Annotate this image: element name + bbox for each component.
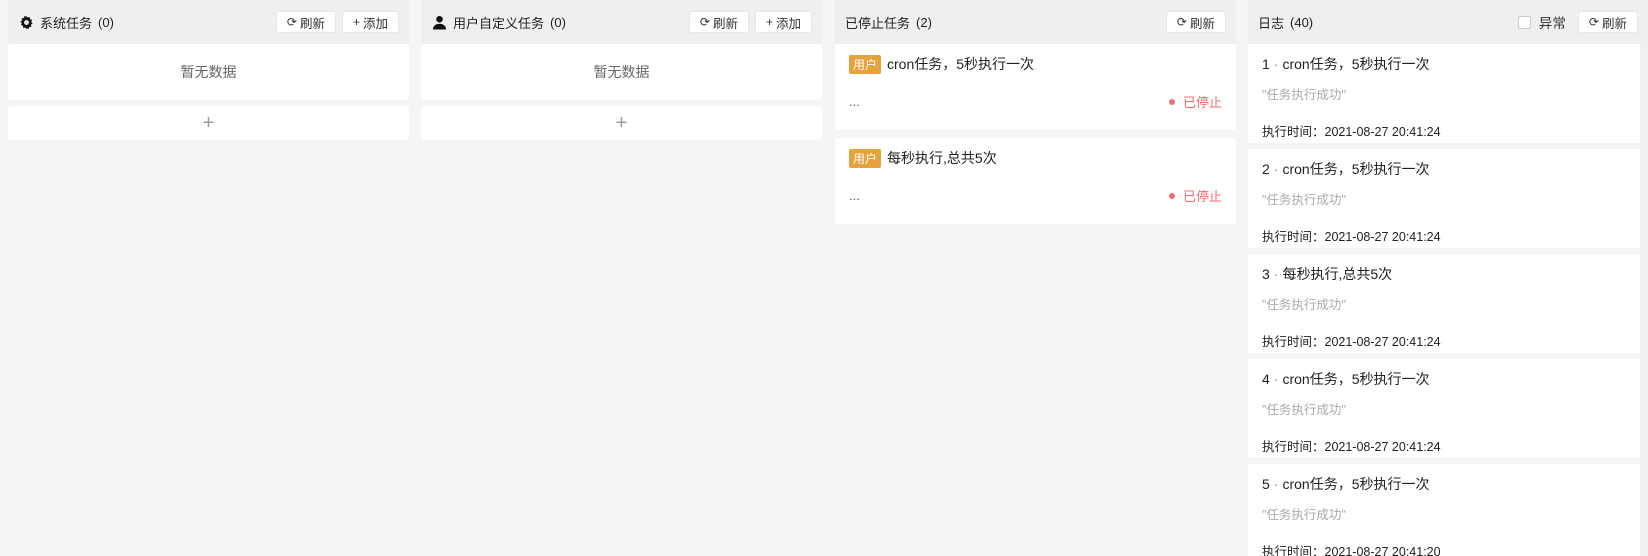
stopped-tasks-column: 已停止任务 (2) ⟳ 刷新 用户 cron任务，5秒执行一次 ... 已停止 — [835, 0, 1236, 556]
log-time: 执行时间：2021-08-27 20:41:24 — [1262, 335, 1441, 349]
column-title: 系统任务 — [40, 15, 93, 31]
log-message: "任务执行成功" — [1262, 88, 1346, 102]
user-tag: 用户 — [849, 54, 882, 74]
log-task-name: 每秒执行,总共5次 — [1282, 266, 1393, 282]
status-badge: 已停止 — [1168, 92, 1222, 111]
abnormal-checkbox[interactable] — [1517, 15, 1531, 29]
refresh-label: 刷新 — [1601, 16, 1627, 31]
log-entry[interactable]: 1 · cron任务，5秒执行一次 "任务执行成功" 执行时间：2021-08-27… — [1248, 44, 1648, 143]
status-badge: 已停止 — [1168, 186, 1222, 205]
empty-text: 暂无数据 — [593, 64, 650, 80]
refresh-button[interactable]: ⟳ 刷新 — [1577, 11, 1638, 33]
task-card[interactable]: 用户 cron任务，5秒执行一次 ... 已停止 — [835, 44, 1236, 130]
add-task-row[interactable]: + — [421, 106, 822, 140]
status-dot-icon — [1168, 192, 1175, 199]
column-count: (0) — [550, 14, 566, 30]
log-entry[interactable]: 3 · 每秒执行,总共5次 "任务执行成功" 执行时间：2021-08-27 20:… — [1248, 254, 1648, 353]
add-button[interactable]: + 添加 — [341, 11, 399, 33]
log-time: 执行时间：2021-08-27 20:41:24 — [1262, 230, 1441, 244]
log-index: 2 — [1262, 161, 1270, 177]
plus-icon: + — [202, 111, 215, 134]
log-task-name: cron任务，5秒执行一次 — [1282, 371, 1430, 387]
refresh-label: 刷新 — [712, 16, 738, 31]
abnormal-label: 异常 — [1538, 16, 1566, 31]
refresh-label: 刷新 — [299, 16, 325, 31]
refresh-label: 刷新 — [1189, 16, 1215, 31]
log-entry[interactable]: 4 · cron任务，5秒执行一次 "任务执行成功" 执行时间：2021-08-27… — [1248, 359, 1648, 458]
abnormal-filter[interactable]: 异常 — [1517, 12, 1566, 32]
log-message: "任务执行成功" — [1262, 403, 1346, 417]
log-message: "任务执行成功" — [1262, 298, 1346, 312]
status-dot-icon — [1168, 98, 1175, 105]
refresh-button[interactable]: ⟳ 刷新 — [688, 11, 749, 33]
refresh-button[interactable]: ⟳ 刷新 — [275, 11, 336, 33]
more-menu[interactable]: ... — [849, 94, 860, 109]
add-label: 添加 — [775, 16, 801, 31]
status-text: 已停止 — [1182, 95, 1222, 110]
log-index: 3 — [1262, 266, 1270, 282]
empty-text: 暂无数据 — [180, 64, 237, 80]
log-message: "任务执行成功" — [1262, 193, 1346, 207]
log-time: 执行时间：2021-08-27 20:41:24 — [1262, 440, 1441, 454]
log-time: 执行时间：2021-08-27 20:41:20 — [1262, 545, 1441, 556]
column-title: 已停止任务 — [845, 15, 911, 31]
plus-icon: + — [352, 15, 360, 29]
log-scrollbar[interactable] — [1640, 44, 1648, 556]
stopped-tasks-header: 已停止任务 (2) ⟳ 刷新 — [835, 0, 1236, 44]
user-tag: 用户 — [849, 148, 882, 168]
empty-state: 暂无数据 — [421, 44, 822, 100]
plus-icon: + — [615, 111, 628, 134]
column-count: (40) — [1290, 14, 1314, 30]
add-label: 添加 — [362, 16, 388, 31]
log-message: "任务执行成功" — [1262, 508, 1346, 522]
log-task-name: cron任务，5秒执行一次 — [1282, 161, 1430, 177]
refresh-icon: ⟳ — [1176, 15, 1187, 29]
logs-header: 日志 (40) 异常 ⟳ 刷新 — [1248, 0, 1648, 44]
log-list: 1 · cron任务，5秒执行一次 "任务执行成功" 执行时间：2021-08-27… — [1248, 44, 1648, 556]
plus-icon: + — [765, 15, 773, 29]
status-text: 已停止 — [1182, 189, 1222, 204]
user-icon — [431, 14, 447, 30]
system-tasks-header: 系统任务 (0) ⟳ 刷新 + 添加 — [8, 0, 409, 44]
refresh-button[interactable]: ⟳ 刷新 — [1165, 11, 1226, 33]
log-entry[interactable]: 2 · cron任务，5秒执行一次 "任务执行成功" 执行时间：2021-08-27… — [1248, 149, 1648, 248]
log-task-name: cron任务，5秒执行一次 — [1282, 56, 1430, 72]
gear-icon — [18, 14, 34, 30]
user-tasks-header: 用户自定义任务 (0) ⟳ 刷新 + 添加 — [421, 0, 822, 44]
log-entry[interactable]: 5 · cron任务，5秒执行一次 "任务执行成功" 执行时间：2021-08-27… — [1248, 464, 1648, 556]
log-index: 1 — [1262, 56, 1270, 72]
empty-state: 暂无数据 — [8, 44, 409, 100]
refresh-icon: ⟳ — [1588, 15, 1599, 29]
logs-column: 日志 (40) 异常 ⟳ 刷新 1 · cron任务，5秒执行一次 "任务执行成功"… — [1248, 0, 1648, 556]
column-count: (0) — [98, 14, 114, 30]
task-board: 系统任务 (0) ⟳ 刷新 + 添加 暂无数据 + 用户自定义任务 (0) ⟳ … — [0, 0, 1648, 556]
log-index: 4 — [1262, 371, 1270, 387]
add-task-row[interactable]: + — [8, 106, 409, 140]
add-button[interactable]: + 添加 — [754, 11, 812, 33]
log-index: 5 — [1262, 476, 1270, 492]
task-name: cron任务，5秒执行一次 — [887, 56, 1035, 72]
refresh-icon: ⟳ — [286, 15, 297, 29]
column-count: (2) — [916, 14, 932, 30]
column-title: 日志 — [1258, 15, 1285, 31]
refresh-icon: ⟳ — [699, 15, 710, 29]
log-task-name: cron任务，5秒执行一次 — [1282, 476, 1430, 492]
user-tasks-column: 用户自定义任务 (0) ⟳ 刷新 + 添加 暂无数据 + — [421, 0, 822, 556]
system-tasks-column: 系统任务 (0) ⟳ 刷新 + 添加 暂无数据 + — [8, 0, 409, 556]
task-name: 每秒执行,总共5次 — [887, 150, 997, 166]
task-card[interactable]: 用户 每秒执行,总共5次 ... 已停止 — [835, 138, 1236, 224]
more-menu[interactable]: ... — [849, 188, 860, 203]
log-time: 执行时间：2021-08-27 20:41:24 — [1262, 125, 1441, 139]
column-title: 用户自定义任务 — [453, 15, 545, 31]
